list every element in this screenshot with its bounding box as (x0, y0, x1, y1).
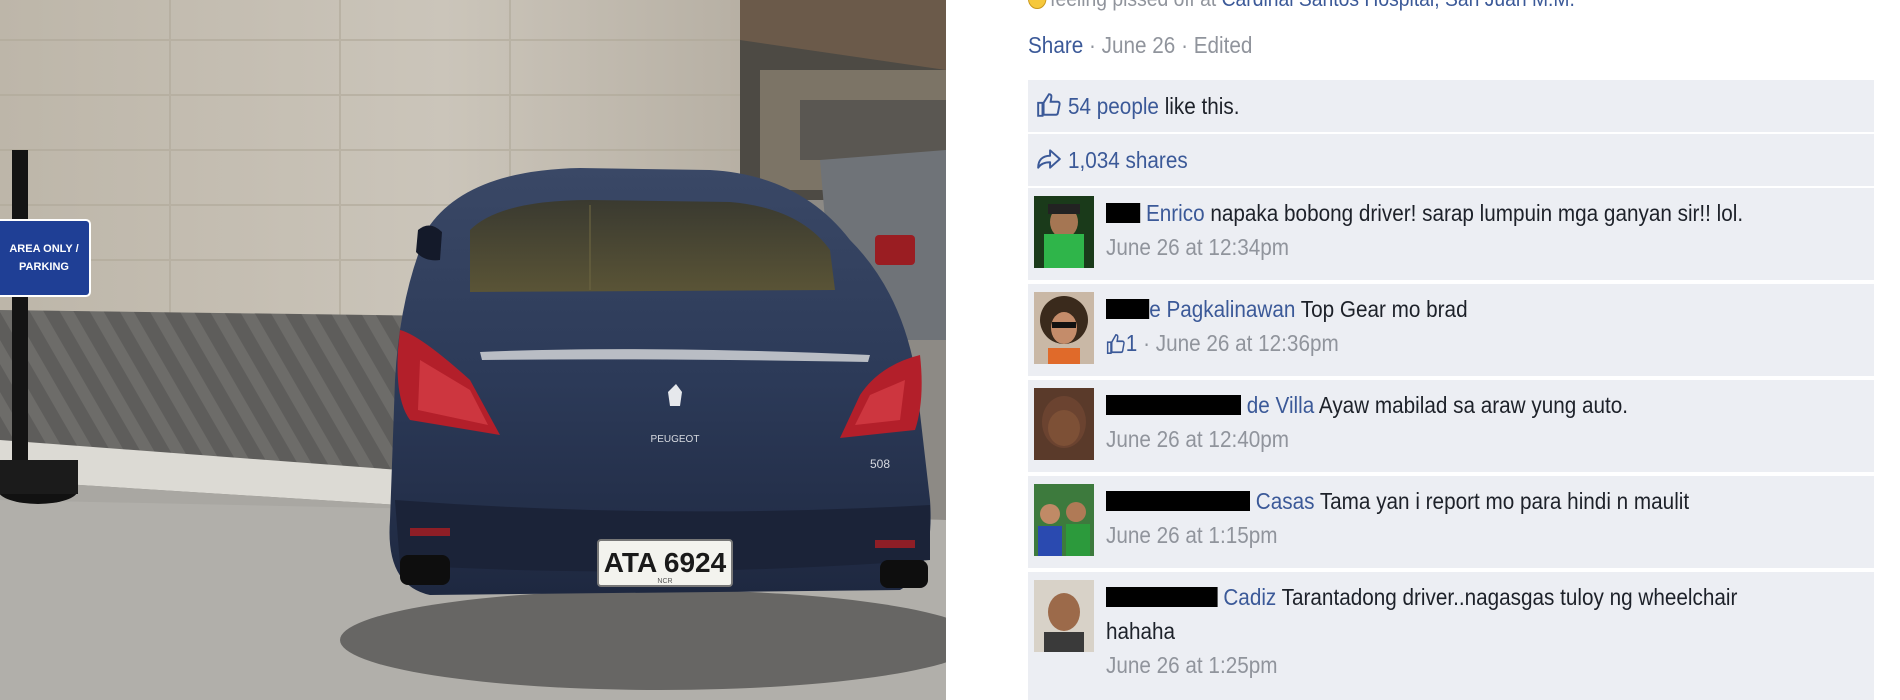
redacted-name-block (1106, 203, 1141, 223)
car-badge: PEUGEOT (651, 434, 700, 445)
comment-item: Casas Tama yan i report mo para hindi n … (1028, 476, 1874, 568)
comment-body: Cadiz Tarantadong driver..nagasgas tuloy… (1106, 580, 1866, 682)
feeling-line: feeling pissed off at Cardinal Santos Ho… (1028, 0, 1575, 16)
likes-suffix: like this. (1164, 93, 1240, 119)
thumbs-up-icon (1106, 334, 1125, 354)
redacted-name-block (1106, 299, 1150, 319)
comment-body: Casas Tama yan i report mo para hindi n … (1106, 484, 1866, 552)
likes-link[interactable]: 54 people (1068, 93, 1159, 119)
shares-link[interactable]: 1,034 shares (1068, 147, 1188, 173)
comment-item: Enrico napaka bobong driver! sarap lumpu… (1028, 188, 1874, 280)
comment-text: Top Gear mo brad (1300, 296, 1468, 322)
comment-body: Enrico napaka bobong driver! sarap lumpu… (1106, 196, 1866, 264)
redacted-name-block (1106, 587, 1218, 607)
car-model: 508 (870, 457, 890, 471)
thumbs-up-icon (1037, 93, 1061, 117)
shares-summary: 1,034 shares (1028, 134, 1874, 186)
comment-author[interactable]: de Villa (1247, 392, 1315, 418)
avatar[interactable] (1034, 196, 1094, 268)
comment-item: Cadiz Tarantadong driver..nagasgas tuloy… (1028, 572, 1874, 700)
angry-emoji-icon (1028, 0, 1047, 9)
comment-author[interactable]: Cadiz (1223, 584, 1276, 610)
license-plate: ATA 6924 (604, 547, 727, 578)
post-date[interactable]: June 26 (1102, 32, 1176, 58)
comment-author[interactable]: Casas (1256, 488, 1315, 514)
comment-author[interactable]: Enrico (1146, 200, 1205, 226)
feeling-text: feeling pissed off at (1050, 0, 1216, 11)
car-photo-image: AREA ONLY / PARKING PEUGEOT 508 ATA 6924… (0, 0, 946, 700)
comment-like-count[interactable]: 1 (1126, 330, 1138, 356)
edited-label[interactable]: Edited (1194, 32, 1253, 58)
comment-item: e Pagkalinawan Top Gear mo brad 1 · June… (1028, 284, 1874, 376)
avatar[interactable] (1034, 484, 1094, 556)
sign-text-1: AREA ONLY / (9, 243, 78, 255)
comment-text: Tama yan i report mo para hindi n maulit (1319, 488, 1690, 514)
comment-time[interactable]: June 26 at 12:34pm (1106, 230, 1790, 264)
comment-author[interactable]: e Pagkalinawan (1149, 296, 1295, 322)
meta-separator: · (1181, 32, 1194, 58)
redacted-name-block (1106, 395, 1241, 415)
comment-body: de Villa Ayaw mabilad sa araw yung auto.… (1106, 388, 1866, 456)
comment-time[interactable]: June 26 at 12:36pm (1156, 330, 1339, 356)
comment-body: e Pagkalinawan Top Gear mo brad 1 · June… (1106, 292, 1866, 360)
comment-text: Tarantadong driver..nagasgas tuloy ng wh… (1281, 584, 1738, 610)
likes-summary: 54 people like this. (1028, 80, 1874, 132)
share-link[interactable]: Share (1028, 32, 1083, 58)
comment-time[interactable]: June 26 at 12:40pm (1106, 422, 1790, 456)
comment-time[interactable]: June 26 at 1:25pm (1106, 648, 1790, 682)
comment-text: napaka bobong driver! sarap lumpuin mga … (1210, 200, 1744, 226)
post-details: feeling pissed off at Cardinal Santos Ho… (1028, 0, 1876, 700)
meta-separator: · (1088, 32, 1102, 58)
post-photo[interactable]: AREA ONLY / PARKING PEUGEOT 508 ATA 6924… (0, 0, 946, 700)
place-link[interactable]: Cardinal Santos Hospital, San Juan M.M. (1222, 0, 1575, 11)
sign-text-2: PARKING (19, 261, 69, 273)
comment-text: Ayaw mabilad sa araw yung auto. (1318, 392, 1629, 418)
plate-sub: NCR (657, 578, 672, 585)
redacted-name-block (1106, 491, 1250, 511)
comment-time[interactable]: June 26 at 1:15pm (1106, 518, 1790, 552)
post-meta: Share · June 26 · Edited (1028, 32, 1252, 59)
comment-item: de Villa Ayaw mabilad sa araw yung auto.… (1028, 380, 1874, 472)
avatar[interactable] (1034, 388, 1094, 460)
avatar[interactable] (1034, 292, 1094, 364)
avatar[interactable] (1034, 580, 1094, 652)
comment-text-continued: hahaha (1106, 618, 1176, 644)
share-arrow-icon (1037, 149, 1061, 169)
